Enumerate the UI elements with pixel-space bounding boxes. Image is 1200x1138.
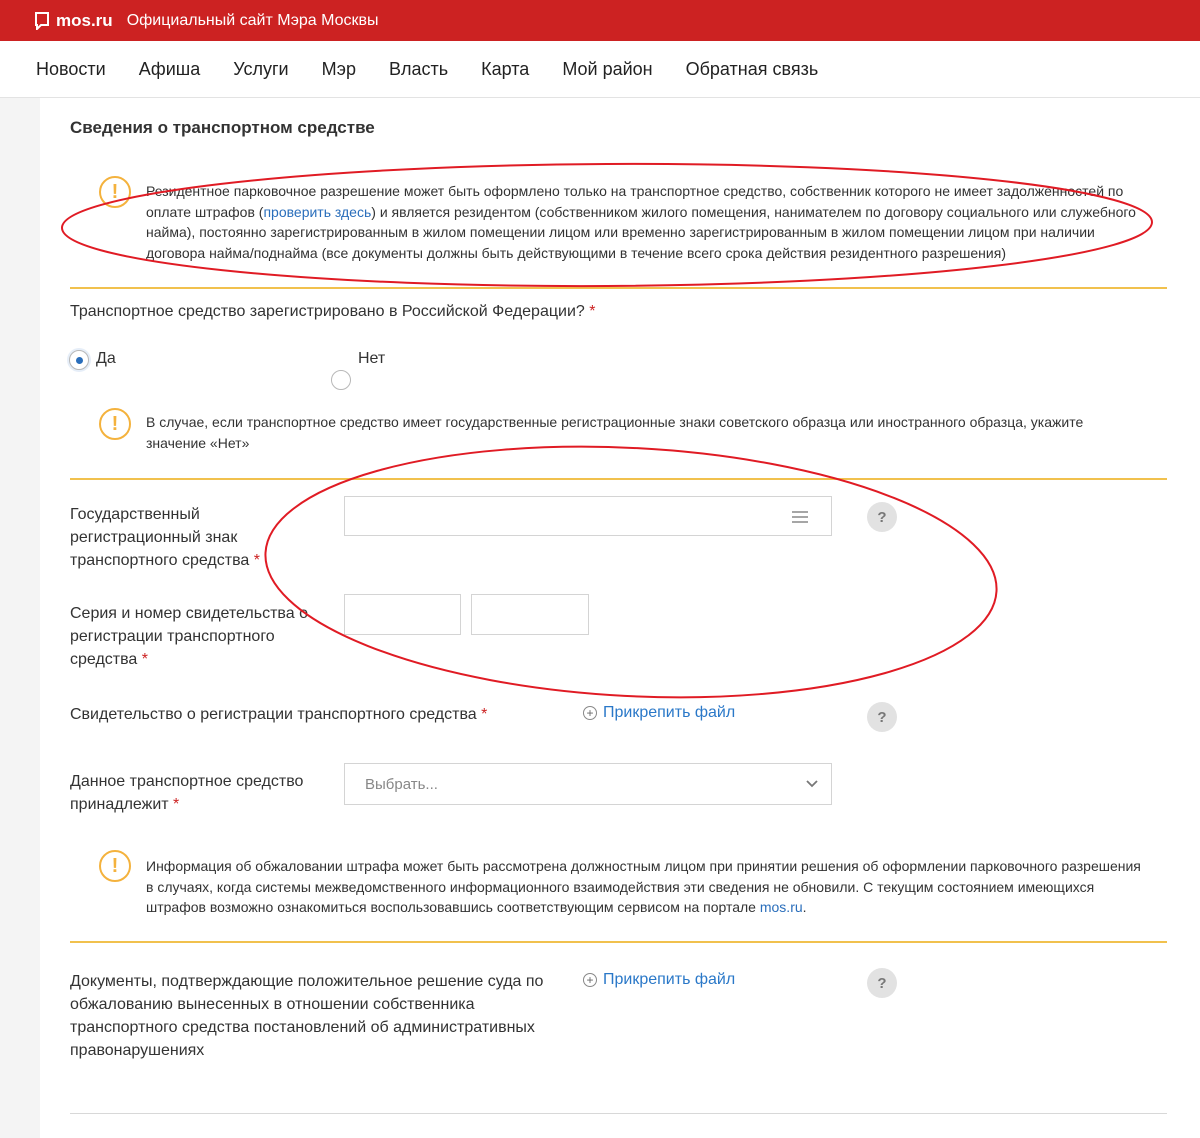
section-title: Сведения о транспортном средстве — [70, 118, 375, 137]
divider — [70, 941, 1167, 943]
mos-logo-icon — [35, 11, 49, 30]
cert-number-input[interactable] — [471, 594, 589, 635]
court-docs-help-icon[interactable]: ? — [867, 968, 897, 998]
notice-foreign-plates: В случае, если транспортное средство име… — [146, 414, 1084, 451]
nav-item-news[interactable]: Новости — [36, 59, 106, 80]
radio-yes-label[interactable]: Да — [96, 350, 116, 368]
plate-help-icon[interactable]: ? — [867, 502, 897, 532]
cert-file-label: Свидетельство о регистрации транспортног… — [70, 706, 488, 723]
divider — [70, 478, 1167, 480]
radio-no-label[interactable]: Нет — [358, 350, 385, 368]
divider — [70, 287, 1167, 289]
cert-file-help-icon[interactable]: ? — [867, 702, 897, 732]
plate-input[interactable] — [344, 496, 832, 536]
notice-fine-appeal: Информация об обжаловании штрафа может б… — [146, 858, 1141, 915]
nav-item-map[interactable]: Карта — [481, 59, 529, 80]
plus-circle-icon: + — [583, 973, 597, 987]
warning-icon: ! — [99, 850, 131, 882]
owner-select[interactable]: Выбрать... — [344, 763, 832, 805]
attach-court-docs-button[interactable]: + Прикрепить файл — [583, 971, 735, 989]
plus-circle-icon: + — [583, 706, 597, 720]
menu-icon[interactable] — [791, 510, 809, 524]
plate-label: Государственный регистрационный знак тра… — [70, 506, 260, 569]
nav-item-feedback[interactable]: Обратная связь — [686, 59, 819, 80]
warning-icon: ! — [99, 176, 131, 208]
site-title: Официальный сайт Мэра Москвы — [126, 11, 379, 29]
attach-cert-file-button[interactable]: + Прикрепить файл — [583, 704, 735, 722]
cert-number-label: Серия и номер свидетельства о регистраци… — [70, 605, 308, 668]
form-container: Сведения о транспортном средстве ! Резид… — [40, 98, 1200, 1138]
main-nav: Новости Афиша Услуги Мэр Власть Карта Мо… — [0, 41, 1200, 98]
notice-resident-permit: Резидентное парковочное разрешение может… — [146, 183, 1136, 261]
court-docs-label: Документы, подтверждающие положительное … — [70, 973, 544, 1059]
radio-yes[interactable] — [69, 350, 89, 370]
check-fines-link[interactable]: проверить здесь — [263, 204, 371, 220]
bottom-divider — [70, 1113, 1167, 1114]
nav-item-mayor[interactable]: Мэр — [322, 59, 356, 80]
warning-icon: ! — [99, 408, 131, 440]
nav-item-services[interactable]: Услуги — [233, 59, 288, 80]
top-bar: mos.ru Официальный сайт Мэра Москвы — [0, 0, 1200, 41]
nav-item-government[interactable]: Власть — [389, 59, 448, 80]
nav-item-afisha[interactable]: Афиша — [139, 59, 201, 80]
nav-item-my-district[interactable]: Мой район — [562, 59, 652, 80]
owner-label: Данное транспортное средство принадлежит… — [70, 773, 304, 813]
owner-select-placeholder: Выбрать... — [365, 776, 438, 793]
cert-series-input[interactable] — [344, 594, 461, 635]
registered-question-label: Транспортное средство зарегистрировано в… — [70, 303, 596, 320]
chevron-down-icon — [806, 780, 818, 788]
mos-ru-link[interactable]: mos.ru — [760, 899, 803, 915]
brand[interactable]: mos.ru — [56, 11, 113, 31]
radio-no[interactable] — [331, 370, 351, 390]
